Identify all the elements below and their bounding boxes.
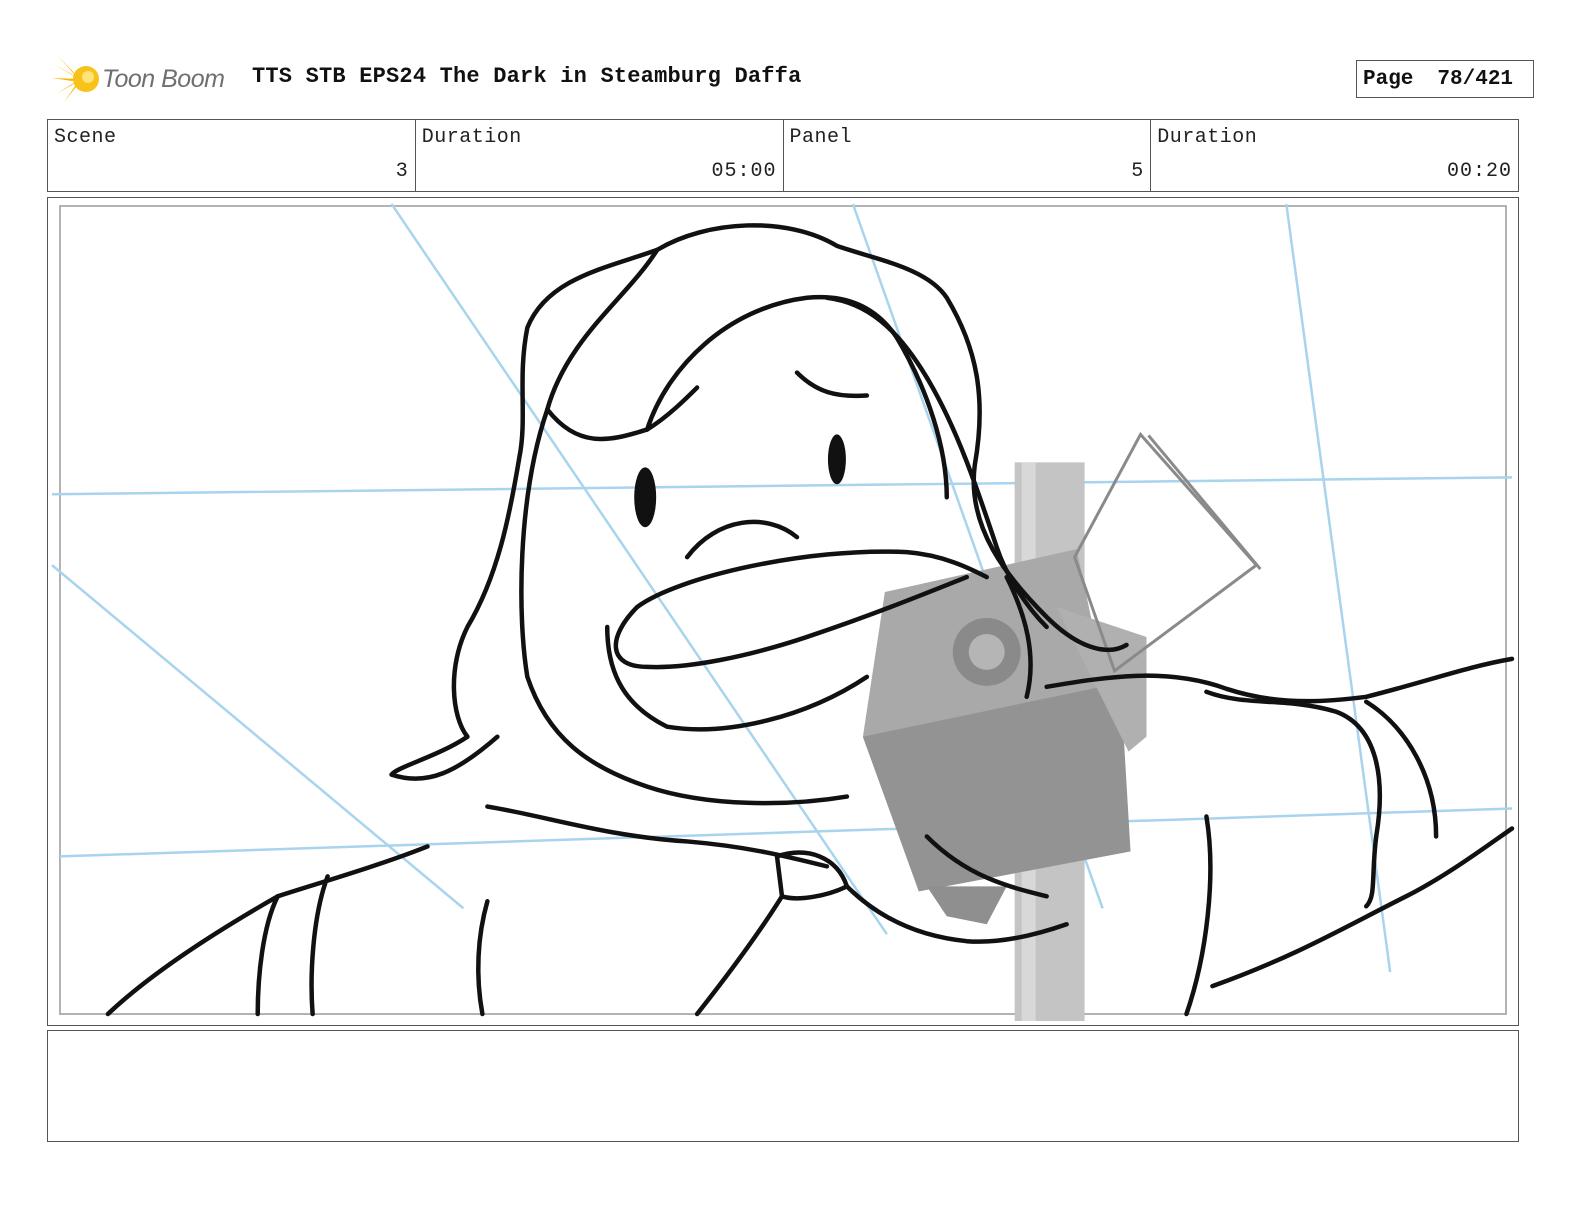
panel-label: Panel (789, 126, 853, 149)
scene-duration-value: 05:00 (711, 160, 777, 183)
pole-prop (862, 462, 1147, 1022)
scene-duration-label: Duration (421, 126, 522, 149)
page-indicator: Page 78/421 (1356, 60, 1534, 98)
scene-duration-cell: Duration 05:00 (416, 120, 784, 191)
character-sketch (105, 223, 1515, 1017)
scene-cell: Scene 3 (48, 120, 416, 191)
panel-cell: Panel 5 (784, 120, 1152, 191)
starburst-logo-icon (52, 56, 99, 102)
page-label: Page (1363, 67, 1414, 91)
panel-duration-label: Duration (1157, 126, 1258, 149)
panel-duration-value: 00:20 (1446, 160, 1512, 183)
page-header: Toon Boom TTS STB EPS24 The Dark in Stea… (50, 50, 1534, 106)
document-title: TTS STB EPS24 The Dark in Steamburg Daff… (252, 64, 802, 89)
storyboard-panel (47, 197, 1519, 1026)
toon-boom-logo: Toon Boom (50, 54, 225, 104)
action-notes-box (47, 1030, 1519, 1142)
panel-sketch-image (51, 203, 1515, 1022)
panel-info-row: Scene 3 Duration 05:00 Panel 5 Duration … (47, 119, 1519, 192)
panel-duration-cell: Duration 00:20 (1151, 120, 1518, 191)
logo-wordmark: Toon Boom (102, 64, 225, 93)
panel-value: 5 (1131, 160, 1145, 183)
megaphone-outline (1072, 431, 1262, 674)
scene-label: Scene (54, 126, 117, 149)
scene-value: 3 (395, 160, 409, 183)
page-number: 78/421 (1437, 67, 1514, 91)
